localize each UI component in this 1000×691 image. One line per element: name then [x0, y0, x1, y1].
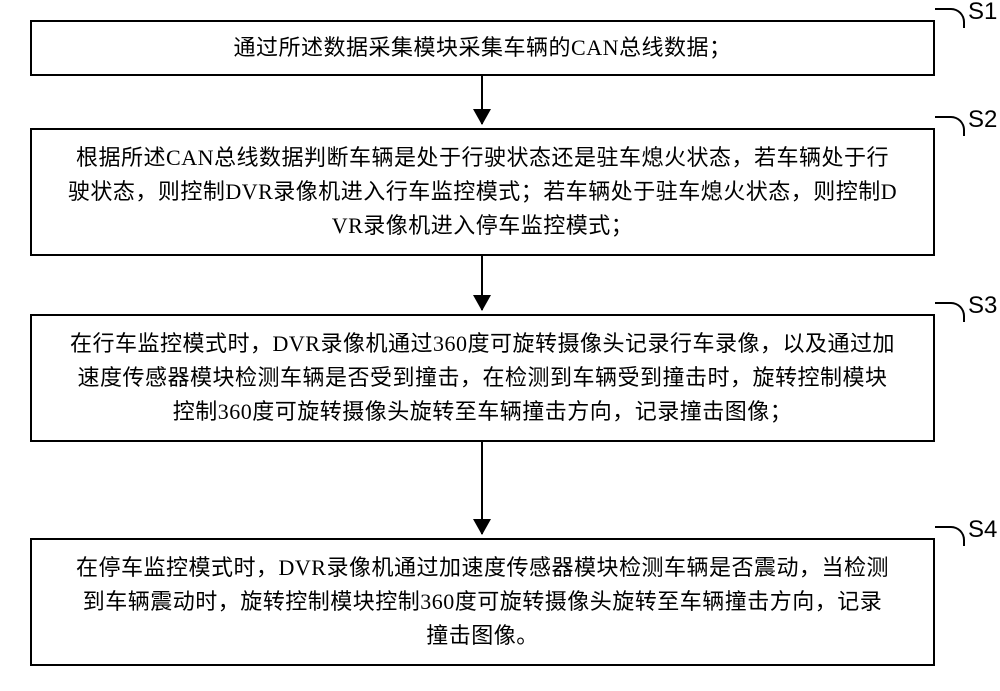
flowchart-canvas: 通过所述数据采集模块采集车辆的CAN总线数据； S1 根据所述CAN总线数据判断…: [0, 0, 1000, 691]
label-connector-s2: [935, 116, 965, 136]
step-text-s3: 在行车监控模式时，DVR录像机通过360度可旋转摄像头记录行车录像，以及通过加 …: [70, 327, 895, 429]
step-text-s4: 在停车监控模式时，DVR录像机通过加速度传感器模块检测车辆是否震动，当检测 到车…: [76, 551, 889, 653]
step-label-s1: S1: [968, 0, 997, 26]
step-box-s1: 通过所述数据采集模块采集车辆的CAN总线数据；: [30, 20, 935, 76]
label-connector-s4: [935, 526, 965, 546]
step-text-s2: 根据所述CAN总线数据判断车辆是处于行驶状态还是驻车熄火状态，若车辆处于行 驶状…: [68, 141, 897, 243]
step-label-s4: S4: [968, 516, 997, 544]
step-text-s1: 通过所述数据采集模块采集车辆的CAN总线数据；: [234, 31, 732, 65]
step-label-s3: S3: [968, 292, 997, 320]
step-box-s4: 在停车监控模式时，DVR录像机通过加速度传感器模块检测车辆是否震动，当检测 到车…: [30, 538, 935, 666]
step-label-s2: S2: [968, 106, 997, 134]
label-connector-s1: [935, 8, 965, 28]
step-box-s3: 在行车监控模式时，DVR录像机通过360度可旋转摄像头记录行车录像，以及通过加 …: [30, 314, 935, 442]
step-box-s2: 根据所述CAN总线数据判断车辆是处于行驶状态还是驻车熄火状态，若车辆处于行 驶状…: [30, 128, 935, 256]
label-connector-s3: [935, 302, 965, 322]
